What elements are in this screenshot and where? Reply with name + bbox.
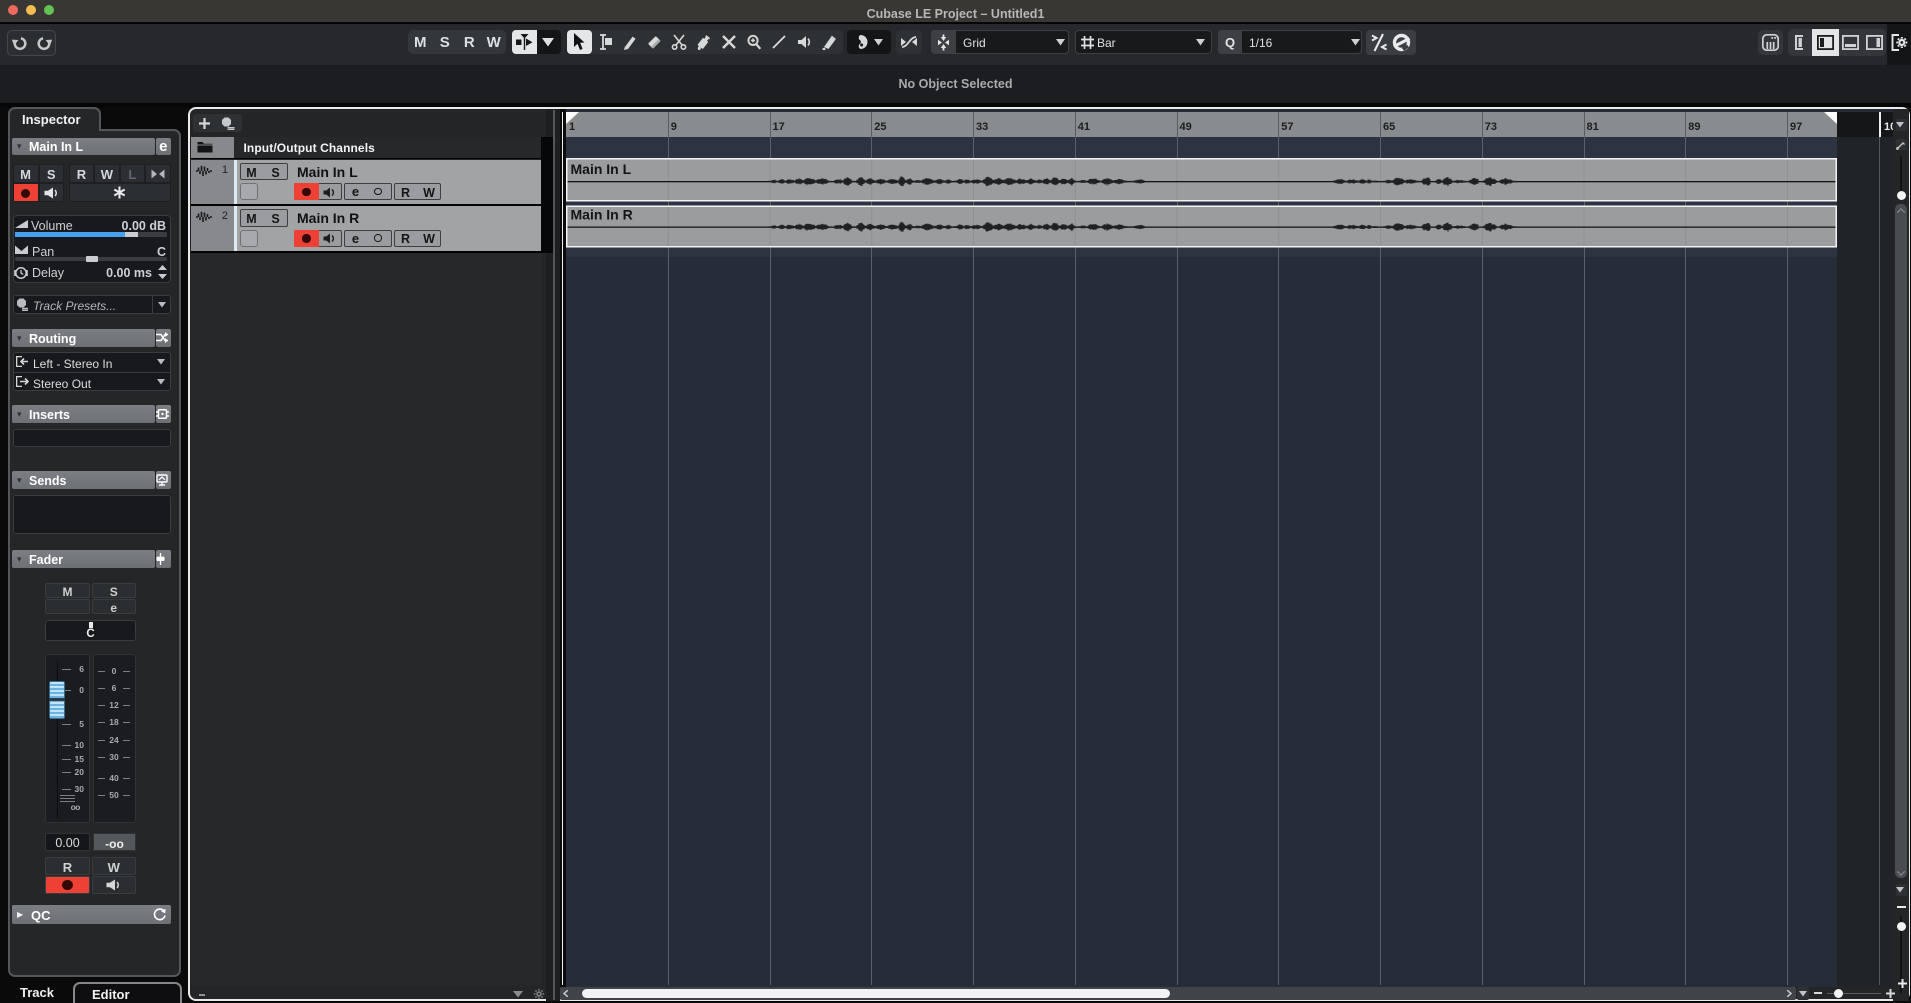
- svg-text:Main In R: Main In R: [571, 207, 633, 223]
- svg-text:Main In L: Main In L: [571, 161, 632, 177]
